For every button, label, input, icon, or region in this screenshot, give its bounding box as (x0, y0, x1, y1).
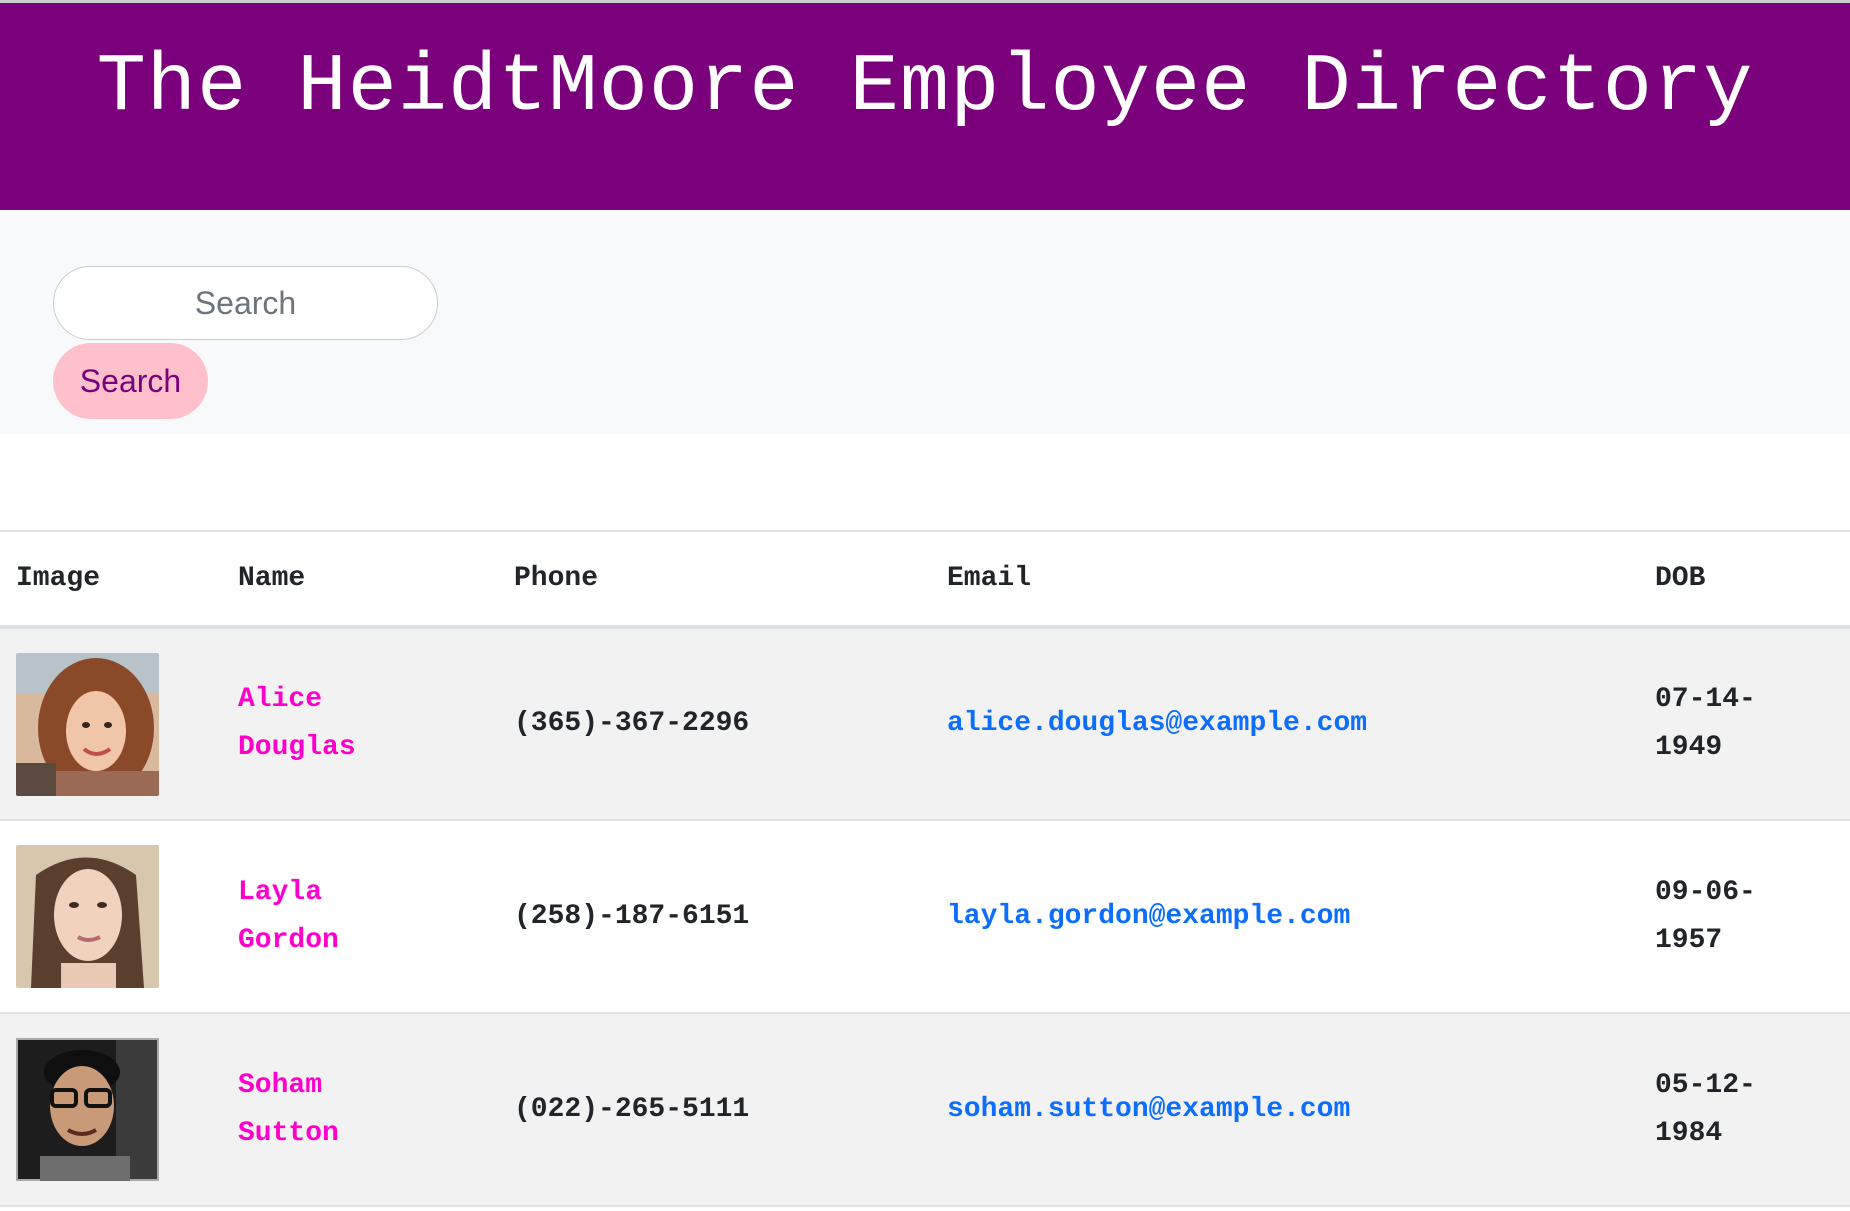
email-cell: layla.gordon@example.com (931, 820, 1639, 1013)
dob-cell: 09-06- 1957 (1639, 820, 1850, 1013)
email-cell: alice.douglas@example.com (931, 627, 1639, 820)
first-name: Soham (238, 1069, 323, 1101)
last-name: Douglas (238, 732, 356, 763)
column-header-name[interactable]: Name (222, 531, 498, 627)
email-link[interactable]: layla.gordon@example.com (947, 901, 1350, 932)
column-header-email[interactable]: Email (931, 531, 1639, 627)
table-row: Layla Gordon (258)-187-6151 layla.gordon… (0, 820, 1850, 1013)
dob-cell: 07-14- 1949 (1639, 627, 1850, 820)
employee-table: Image Name Phone Email DOB Alice Douglas… (0, 530, 1850, 1207)
page-header: The HeidtMoore Employee Directory (0, 0, 1850, 210)
email-link[interactable]: soham.sutton@example.com (947, 1094, 1350, 1125)
search-form: Search (0, 210, 1850, 434)
employee-name-cell: Alice Douglas (222, 627, 498, 820)
dob-cell: 05-12- 1984 (1639, 1013, 1850, 1206)
email-cell: soham.sutton@example.com (931, 1013, 1639, 1206)
email-link[interactable]: alice.douglas@example.com (947, 708, 1367, 739)
first-name: Alice (238, 684, 323, 715)
page-title: The HeidtMoore Employee Directory (96, 41, 1754, 134)
employee-table-container: Image Name Phone Email DOB Alice Douglas… (0, 530, 1850, 1207)
image-cell (0, 1013, 222, 1206)
dob-year: 1949 (1655, 732, 1723, 763)
avatar-soham-sutton (16, 1038, 159, 1181)
search-button[interactable]: Search (53, 343, 208, 419)
phone-cell: (365)-367-2296 (514, 708, 750, 739)
employee-name-cell: Layla Gordon (222, 820, 498, 1013)
phone-cell: (022)-265-5111 (514, 1093, 750, 1125)
dob-year: 1957 (1655, 924, 1723, 956)
phone-cell: (258)-187-6151 (514, 900, 750, 932)
column-header-image[interactable]: Image (0, 531, 222, 627)
dob-date: 09-06- (1655, 876, 1756, 908)
dob-year: 1984 (1655, 1117, 1723, 1149)
dob-date: 07-14- (1655, 684, 1756, 715)
table-header: Image Name Phone Email DOB (0, 531, 1850, 627)
last-name: Gordon (238, 924, 339, 956)
dob-date: 05-12- (1655, 1069, 1756, 1101)
avatar-alice-douglas (16, 652, 159, 796)
search-input[interactable] (53, 266, 438, 340)
last-name: Sutton (238, 1117, 339, 1149)
image-cell (0, 627, 222, 820)
table-row: Soham Sutton (022)-265-5111 soham.sutton… (0, 1013, 1850, 1206)
table-header-row: Image Name Phone Email DOB (0, 531, 1850, 627)
column-header-dob[interactable]: DOB (1639, 531, 1850, 627)
employee-name-cell: Soham Sutton (222, 1013, 498, 1206)
table-body: Alice Douglas (365)-367-2296 alice.dougl… (0, 627, 1850, 1206)
column-header-phone[interactable]: Phone (498, 531, 931, 627)
avatar-layla-gordon (16, 845, 159, 988)
image-cell (0, 820, 222, 1013)
first-name: Layla (238, 876, 323, 908)
table-row: Alice Douglas (365)-367-2296 alice.dougl… (0, 627, 1850, 820)
